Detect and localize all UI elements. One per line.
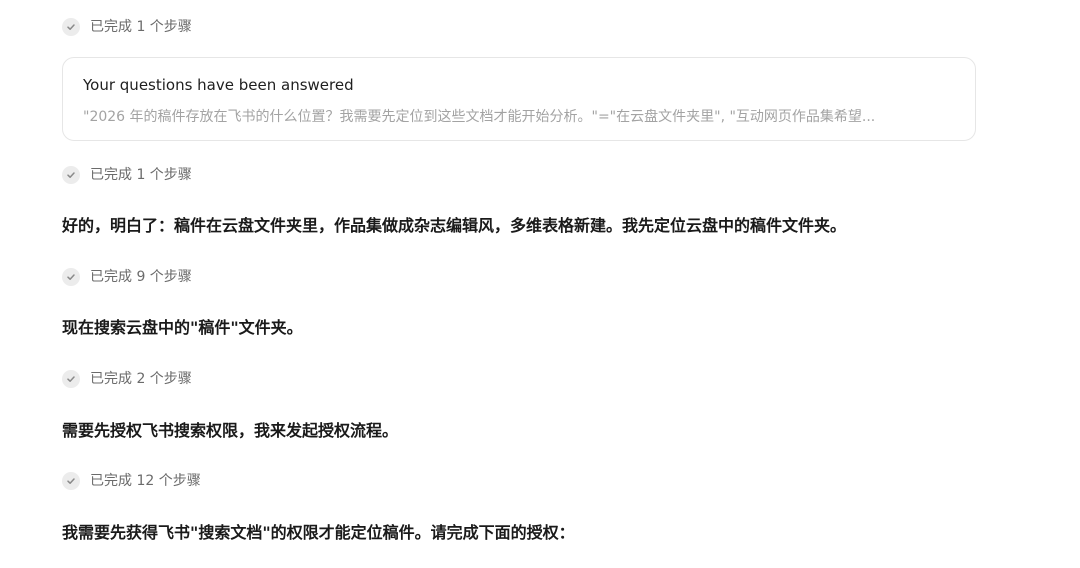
completed-steps-toggle[interactable]: 已完成 9 个步骤 bbox=[62, 267, 192, 287]
card-summary: "2026 年的稿件存放在飞书的什么位置？我需要先定位到这些文档才能开始分析。"… bbox=[83, 109, 876, 125]
completed-steps-toggle[interactable]: 已完成 12 个步骤 bbox=[62, 471, 201, 491]
step-label: 已完成 12 个步骤 bbox=[90, 473, 201, 489]
step-label: 已完成 2 个步骤 bbox=[90, 371, 192, 387]
step-label: 已完成 1 个步骤 bbox=[90, 167, 192, 183]
assistant-message: 现在搜索云盘中的"稿件"文件夹。 bbox=[62, 318, 303, 337]
check-circle-icon bbox=[62, 370, 80, 388]
completed-steps-toggle[interactable]: 已完成 1 个步骤 bbox=[62, 17, 192, 37]
check-circle-icon bbox=[62, 268, 80, 286]
assistant-message: 需要先授权飞书搜索权限，我来发起授权流程。 bbox=[62, 421, 399, 440]
check-circle-icon bbox=[62, 472, 80, 490]
answered-questions-card[interactable]: Your questions have been answered "2026 … bbox=[62, 57, 976, 141]
check-circle-icon bbox=[62, 18, 80, 36]
step-label: 已完成 1 个步骤 bbox=[90, 19, 192, 35]
completed-steps-toggle[interactable]: 已完成 2 个步骤 bbox=[62, 369, 192, 389]
card-title: Your questions have been answered bbox=[83, 76, 354, 94]
check-circle-icon bbox=[62, 166, 80, 184]
assistant-message: 好的，明白了：稿件在云盘文件夹里，作品集做成杂志编辑风，多维表格新建。我先定位云… bbox=[62, 216, 847, 235]
completed-steps-toggle[interactable]: 已完成 1 个步骤 bbox=[62, 165, 192, 185]
assistant-message: 我需要先获得飞书"搜索文档"的权限才能定位稿件。请完成下面的授权： bbox=[62, 523, 575, 542]
step-label: 已完成 9 个步骤 bbox=[90, 269, 192, 285]
